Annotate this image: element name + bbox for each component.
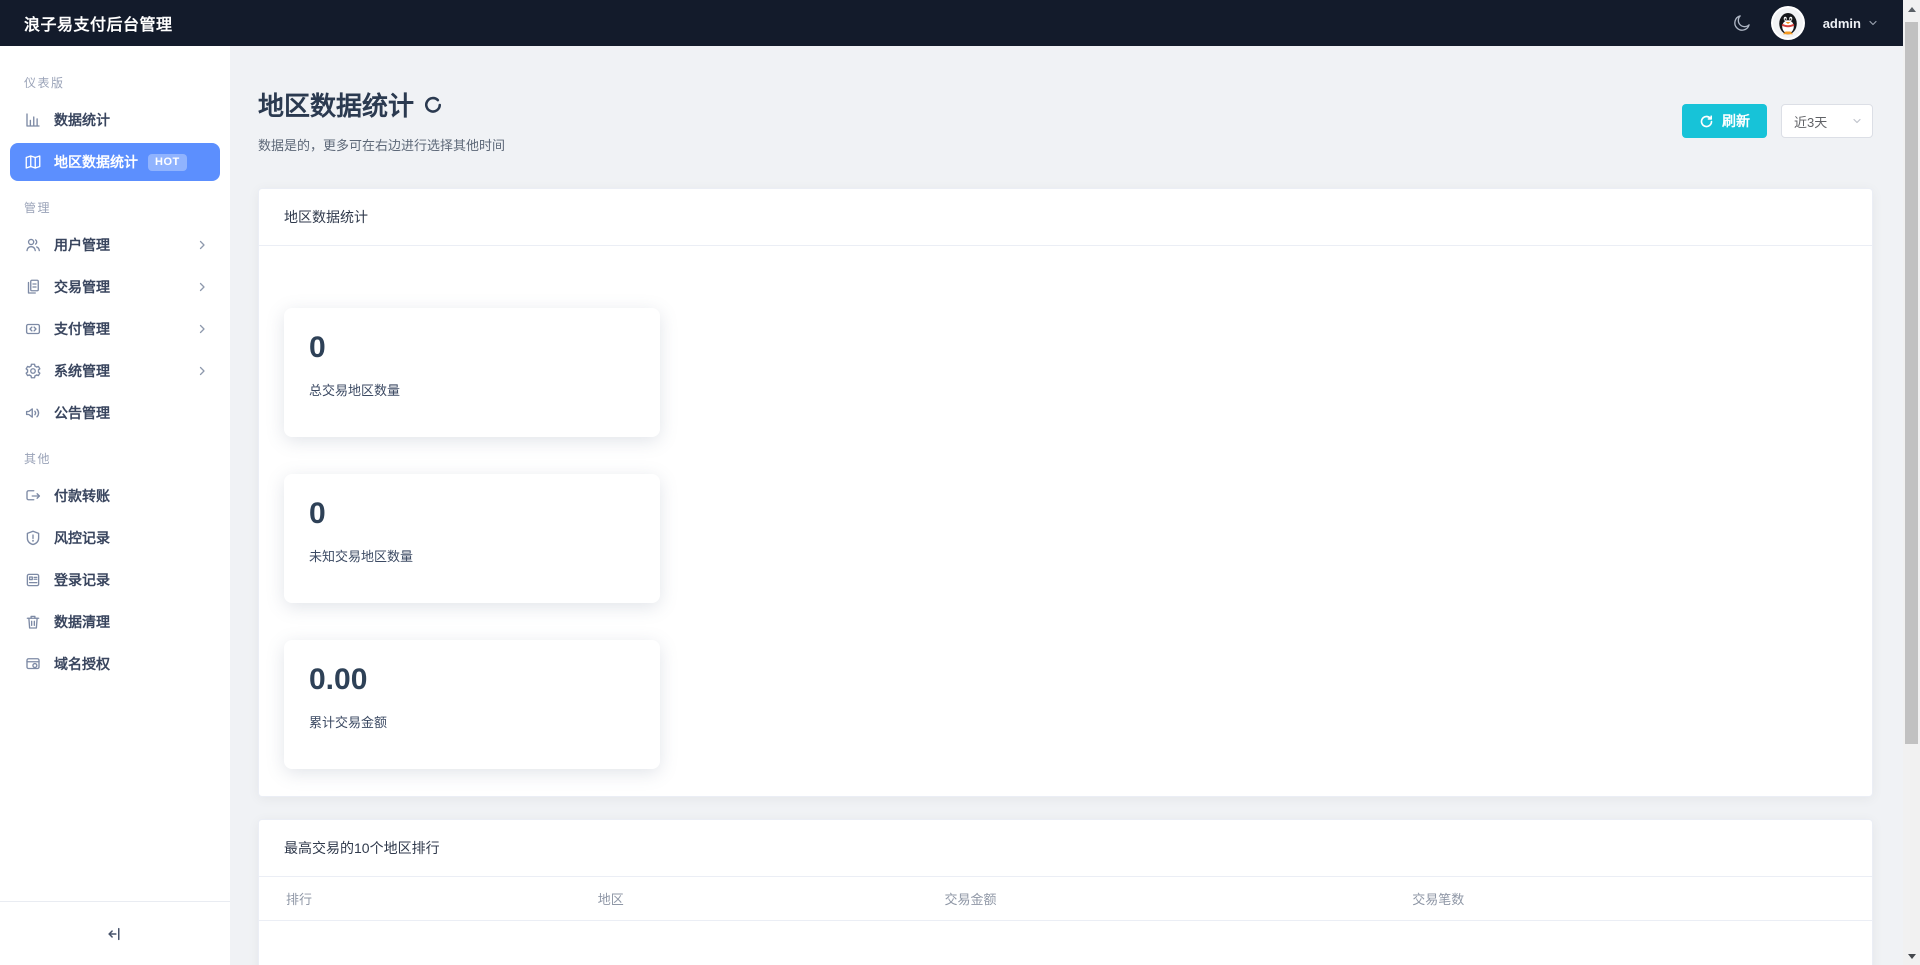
header-actions: admin [1731,6,1879,40]
sidebar-item-transfer[interactable]: 付款转账 [10,477,220,515]
time-range-select[interactable]: 近3天 [1781,104,1873,138]
sidebar-item-label: 用户管理 [54,235,110,255]
transfer-out-icon [24,487,42,505]
domain-icon [24,655,42,673]
log-document-icon [24,571,42,589]
sidebar-item-label: 交易管理 [54,277,110,297]
top-regions-card: 最高交易的10个地区排行 排行 地区 交易金额 交易笔数 [258,819,1873,965]
sidebar-section-dashboard: 仪表版 [0,74,230,101]
scrollbar-up-arrow[interactable] [1903,0,1920,18]
user-menu[interactable]: admin [1823,16,1879,31]
sidebar-item-label: 付款转账 [54,486,110,506]
app-title: 浪子易支付后台管理 [24,11,173,35]
stat-total-regions: 0 总交易地区数量 [284,308,660,437]
page-header-controls: 刷新 近3天 [1682,104,1873,154]
sidebar: 仪表版 数据统计 地区数据统计 HOT 管理 [0,46,230,965]
chevron-right-icon [196,323,208,335]
page-header: 地区数据统计 数据是的，更多可在右边进行选择其他时间 刷新 近3天 [258,86,1873,154]
sidebar-item-label: 域名授权 [54,654,110,674]
chevron-down-icon [1851,115,1863,127]
sidebar-item-label: 公告管理 [54,403,110,423]
refresh-label: 刷新 [1722,111,1750,131]
sidebar-item-login-log[interactable]: 登录记录 [10,561,220,599]
sidebar-item-trade-mgmt[interactable]: 交易管理 [10,268,220,306]
sidebar-item-system-mgmt[interactable]: 系统管理 [10,352,220,390]
sidebar-item-label: 数据统计 [54,110,110,130]
sidebar-item-domain-auth[interactable]: 域名授权 [10,645,220,683]
sidebar-footer [0,901,230,965]
refresh-icon [1699,114,1714,129]
gear-icon [24,362,42,380]
os-scrollbar[interactable] [1903,0,1920,965]
region-stats-card-body: 0 总交易地区数量 0 未知交易地区数量 0.00 累计交易金额 [259,246,1872,796]
stat-value: 0.00 [309,665,635,695]
sidebar-item-label: 登录记录 [54,570,110,590]
users-icon [24,236,42,254]
chevron-right-icon [196,239,208,251]
stat-label: 未知交易地区数量 [309,546,635,565]
megaphone-icon [24,404,42,422]
time-range-value: 近3天 [1794,112,1827,131]
stat-total-amount: 0.00 累计交易金额 [284,640,660,769]
top-regions-card-title: 最高交易的10个地区排行 [259,820,1872,877]
stat-label: 总交易地区数量 [309,380,635,399]
sidebar-section-other: 其他 [0,450,230,477]
top-regions-table: 排行 地区 交易金额 交易笔数 [259,877,1872,921]
region-stats-card: 地区数据统计 0 总交易地区数量 0 未知交易地区数量 0.00 累计交易金额 [258,188,1873,797]
region-stats-card-title: 地区数据统计 [259,189,1872,246]
page-title-row: 地区数据统计 [258,86,505,123]
sidebar-item-label: 系统管理 [54,361,110,381]
shield-alert-icon [24,529,42,547]
sidebar-item-region-stats[interactable]: 地区数据统计 HOT [10,143,220,181]
page-subtitle: 数据是的，更多可在右边进行选择其他时间 [258,135,505,154]
column-rank: 排行 [259,877,598,921]
chevron-right-icon [196,365,208,377]
trash-icon [24,613,42,631]
loading-arc-icon [424,96,442,114]
main-content: 地区数据统计 数据是的，更多可在右边进行选择其他时间 刷新 近3天 [230,46,1903,965]
refresh-button[interactable]: 刷新 [1682,104,1767,138]
column-region: 地区 [598,877,945,921]
stat-label: 累计交易金额 [309,712,635,731]
sidebar-section-management: 管理 [0,199,230,226]
chevron-down-icon [1867,17,1879,29]
column-amount: 交易金额 [945,877,1413,921]
map-icon [24,153,42,171]
stat-value: 0 [309,499,635,529]
column-count: 交易笔数 [1412,877,1872,921]
scrollbar-thumb[interactable] [1905,22,1918,744]
table-header-row: 排行 地区 交易金额 交易笔数 [259,877,1872,921]
hot-badge: HOT [148,154,187,171]
sidebar-item-label: 数据清理 [54,612,110,632]
dark-mode-moon-icon[interactable] [1731,12,1753,34]
user-avatar[interactable] [1771,6,1805,40]
sidebar-item-label: 风控记录 [54,528,110,548]
top-header-bar: 浪子易支付后台管理 admin [0,0,1903,46]
sidebar-item-announcement-mgmt[interactable]: 公告管理 [10,394,220,432]
sidebar-item-label: 支付管理 [54,319,110,339]
sidebar-item-risk-log[interactable]: 风控记录 [10,519,220,557]
payment-card-icon [24,320,42,338]
documents-icon [24,278,42,296]
stat-value: 0 [309,333,635,363]
scrollbar-down-arrow[interactable] [1903,947,1920,965]
sidebar-item-data-clean[interactable]: 数据清理 [10,603,220,641]
sidebar-nav: 仪表版 数据统计 地区数据统计 HOT 管理 [0,46,230,683]
sidebar-item-label: 地区数据统计 [54,152,138,172]
sidebar-item-user-mgmt[interactable]: 用户管理 [10,226,220,264]
page-title: 地区数据统计 [258,86,414,123]
sidebar-item-payment-mgmt[interactable]: 支付管理 [10,310,220,348]
sidebar-collapse-icon[interactable] [105,924,125,944]
chevron-right-icon [196,281,208,293]
page-header-left: 地区数据统计 数据是的，更多可在右边进行选择其他时间 [258,86,505,154]
bar-chart-icon [24,111,42,129]
stat-unknown-regions: 0 未知交易地区数量 [284,474,660,603]
username: admin [1823,16,1861,31]
sidebar-item-data-stats[interactable]: 数据统计 [10,101,220,139]
